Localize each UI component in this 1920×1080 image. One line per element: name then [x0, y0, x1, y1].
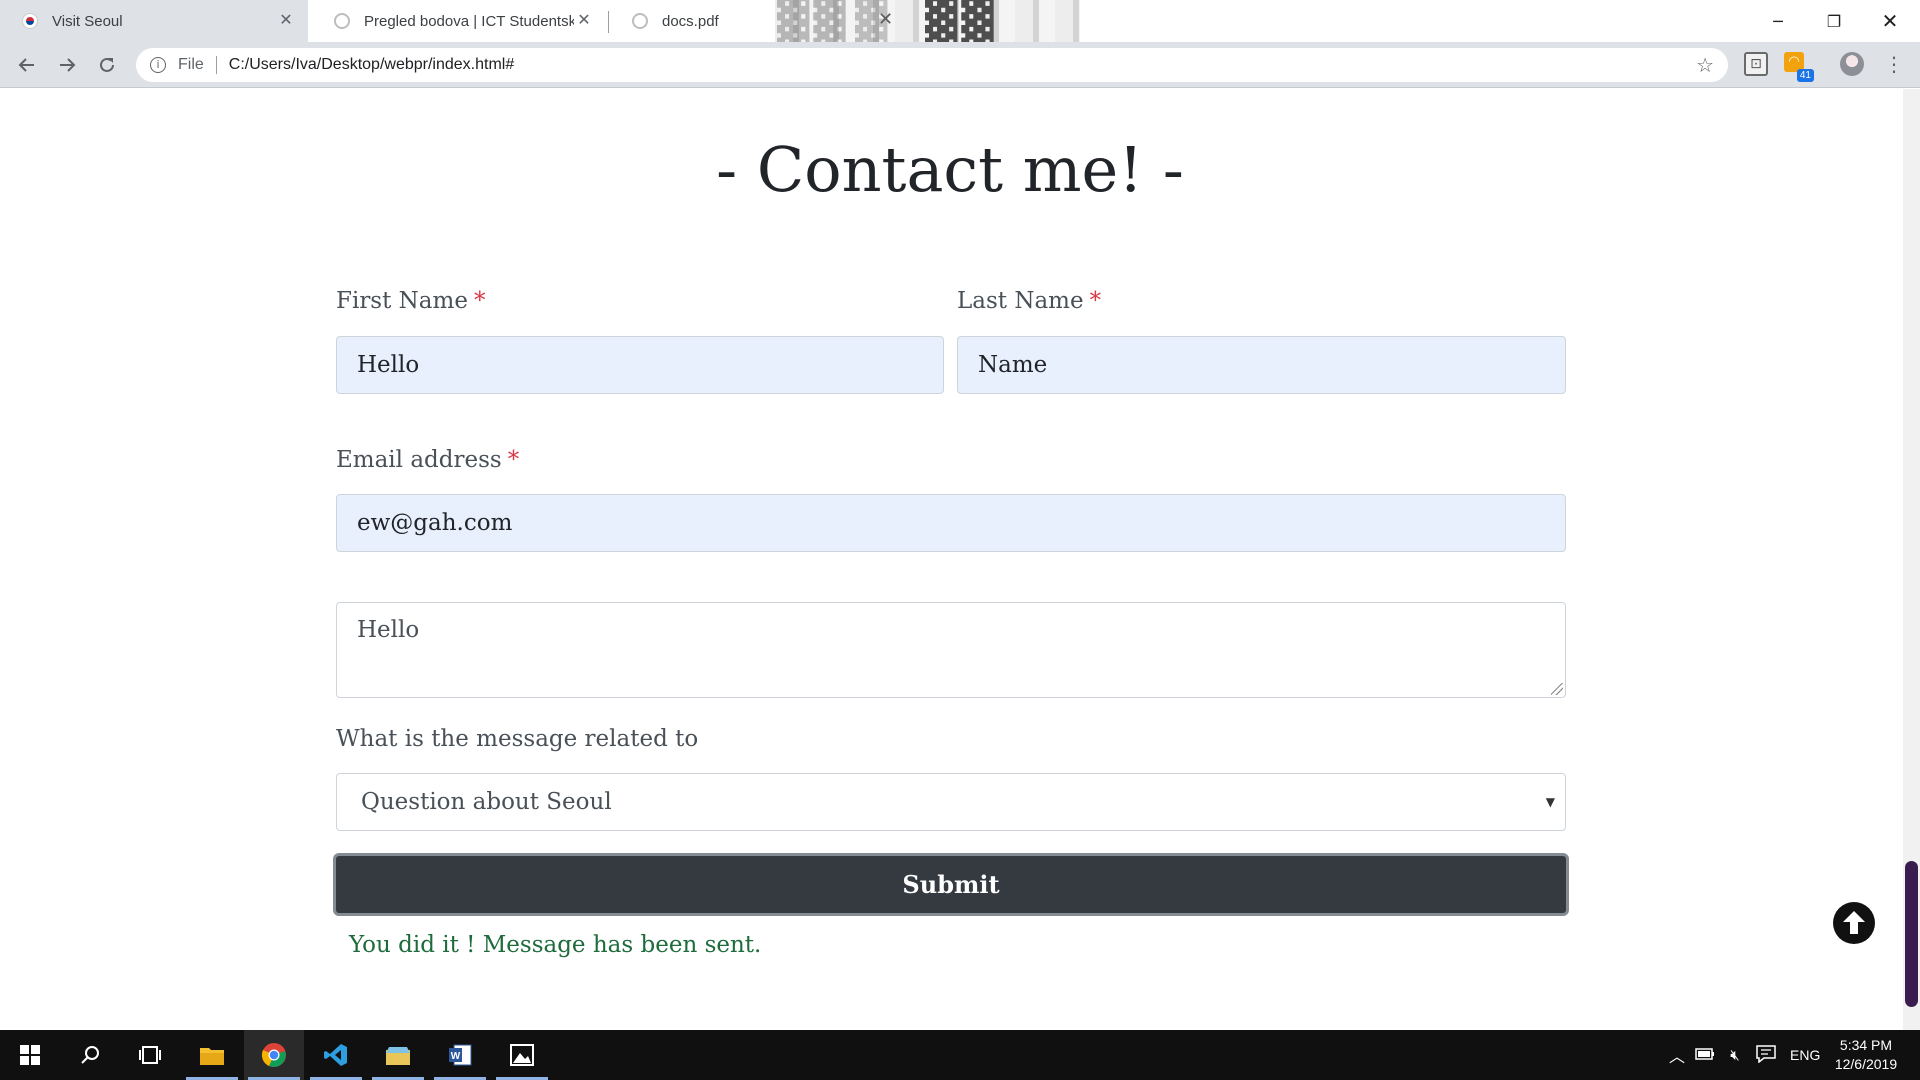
tab-strip-background-art: ▓▓ ▓ ▓▓ ✕: [775, 0, 1080, 42]
vscode-icon[interactable]: [306, 1030, 366, 1080]
tab-pregled-bodova[interactable]: Pregled bodova | ICT Studentski s ✕: [312, 0, 606, 42]
tab-strip: Visit Seoul ✕ Pregled bodova | ICT Stude…: [0, 0, 1920, 42]
address-scheme: File: [178, 56, 204, 73]
globe-icon: [334, 13, 350, 29]
bookmark-star-icon[interactable]: ☆: [1696, 53, 1714, 77]
minimize-icon[interactable]: ─: [1750, 0, 1806, 42]
windows-start-icon[interactable]: [0, 1030, 60, 1080]
svg-text:W: W: [451, 1051, 461, 1062]
email-input[interactable]: [336, 494, 1566, 552]
task-view-icon[interactable]: [120, 1030, 180, 1080]
word-icon[interactable]: W: [430, 1030, 490, 1080]
email-label-text: Email address: [336, 447, 502, 473]
tab-separator: [608, 11, 609, 33]
required-asterisk: *: [507, 447, 520, 473]
first-name-input[interactable]: [336, 336, 944, 394]
folder-app-icon[interactable]: [368, 1030, 428, 1080]
close-tab-icon[interactable]: ✕: [574, 11, 594, 31]
notifications-icon[interactable]: [1750, 1044, 1782, 1066]
email-label: Email address *: [336, 447, 519, 473]
scrollbar-thumb[interactable]: [1905, 861, 1918, 1007]
tab-visit-seoul[interactable]: Visit Seoul ✕: [0, 0, 308, 42]
first-name-label: First Name *: [336, 288, 485, 314]
battery-icon[interactable]: [1690, 1047, 1720, 1063]
close-tab-icon[interactable]: ✕: [878, 9, 893, 30]
system-tray: ︿ 🔇︎ ENG: [1664, 1030, 1820, 1080]
address-bar[interactable]: i File C:/Users/Iva/Desktop/webpr/index.…: [136, 48, 1728, 82]
tab-title: docs.pdf: [662, 12, 719, 30]
topic-select[interactable]: Question about Seoul ▼: [336, 773, 1566, 831]
window-close-icon[interactable]: ✕: [1862, 0, 1918, 42]
menu-dots-icon[interactable]: ⋮: [1882, 50, 1906, 78]
forward-arrow-icon[interactable]: [52, 50, 82, 80]
topic-label: What is the message related to: [336, 726, 699, 752]
language-indicator[interactable]: ENG: [1790, 1047, 1820, 1063]
last-name-label: Last Name *: [957, 288, 1101, 314]
tab-docs-pdf[interactable]: docs.pdf: [610, 0, 775, 42]
korea-flag-icon: [22, 13, 38, 29]
clock-time: 5:34 PM: [1839, 1037, 1893, 1053]
first-name-label-text: First Name: [336, 288, 468, 314]
chrome-icon[interactable]: [244, 1030, 304, 1080]
tab-title: Visit Seoul: [52, 12, 123, 30]
success-message: You did it ! Message has been sent.: [349, 932, 762, 958]
volume-muted-icon[interactable]: 🔇︎: [1720, 1047, 1750, 1064]
last-name-label-text: Last Name: [957, 288, 1084, 314]
clock-date: 12/6/2019: [1834, 1056, 1898, 1072]
required-asterisk: *: [1089, 288, 1102, 314]
chevron-down-icon: ▼: [1545, 795, 1555, 809]
page-viewport: - Contact me! - First Name* Last Name* E…: [0, 89, 1920, 1030]
windows-taskbar: W ︿ 🔇︎ ENG 5:34 PM 12/6/2019: [0, 1030, 1920, 1080]
globe-icon: [632, 13, 648, 29]
file-explorer-icon[interactable]: [182, 1030, 242, 1080]
chevron-up-icon[interactable]: ︿: [1664, 1043, 1690, 1067]
extension-icon[interactable]: ⊡: [1744, 52, 1768, 76]
rss-extension-icon[interactable]: ◠ 41: [1784, 52, 1814, 82]
extension-badge: 41: [1796, 69, 1814, 82]
tab-title: Pregled bodova | ICT Studentski s: [364, 12, 574, 30]
close-tab-icon[interactable]: ✕: [276, 11, 296, 31]
profile-avatar[interactable]: [1840, 52, 1864, 76]
back-arrow-icon[interactable]: [12, 50, 42, 80]
reload-icon[interactable]: [92, 50, 122, 80]
taskbar-clock[interactable]: 5:34 PM 12/6/2019: [1820, 1036, 1912, 1074]
photos-icon[interactable]: [492, 1030, 552, 1080]
page-scrollbar[interactable]: [1903, 89, 1920, 1030]
topic-selected-value: Question about Seoul: [361, 789, 612, 815]
browser-toolbar: i File C:/Users/Iva/Desktop/webpr/index.…: [0, 42, 1920, 88]
submit-button[interactable]: Submit: [333, 853, 1569, 916]
restore-icon[interactable]: ❐: [1806, 0, 1862, 42]
info-icon[interactable]: i: [150, 57, 166, 73]
page-title: - Contact me! -: [716, 133, 1184, 206]
address-divider: [215, 56, 217, 74]
message-textarea[interactable]: Hello: [336, 602, 1566, 698]
search-icon[interactable]: [60, 1030, 120, 1080]
address-url[interactable]: C:/Users/Iva/Desktop/webpr/index.html#: [229, 56, 514, 74]
last-name-input[interactable]: [957, 336, 1566, 394]
required-asterisk: *: [473, 288, 486, 314]
scroll-to-top-icon[interactable]: [1833, 902, 1875, 944]
resize-grip-icon[interactable]: [1551, 683, 1563, 695]
